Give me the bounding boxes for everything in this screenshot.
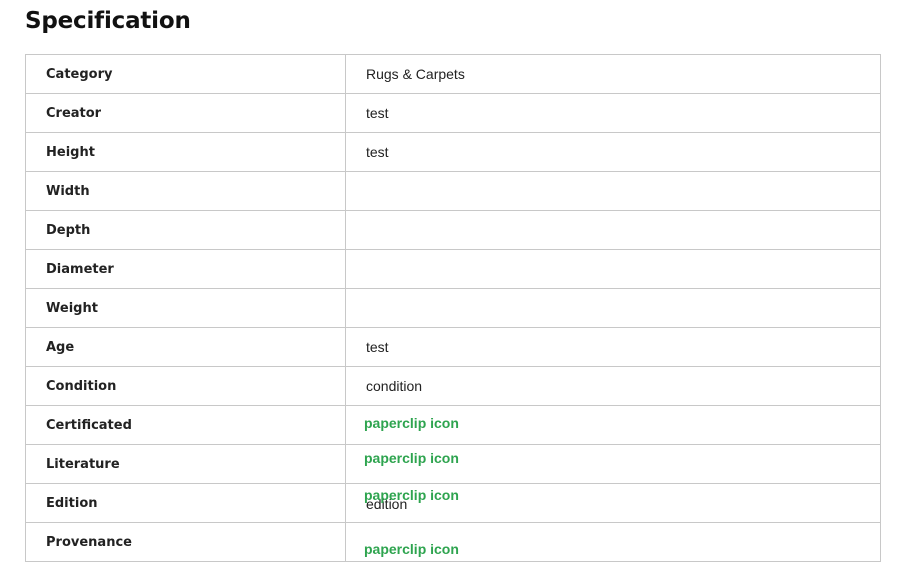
table-row: Literature paperclip icon	[25, 444, 881, 484]
row-value: paperclip icon	[345, 444, 881, 484]
row-label: Height	[25, 132, 346, 172]
row-label: Age	[25, 327, 346, 367]
row-value	[345, 288, 881, 328]
table-row: Height test	[25, 132, 881, 172]
table-row: Depth	[25, 210, 881, 250]
paperclip-attachment-link[interactable]: paperclip icon	[364, 450, 459, 466]
row-value	[345, 249, 881, 289]
row-value: condition	[345, 366, 881, 406]
row-label: Edition	[25, 483, 346, 523]
row-label: Weight	[25, 288, 346, 328]
row-label: Certificated	[25, 405, 346, 445]
row-value: paperclip icon	[345, 522, 881, 562]
table-row: Provenance paperclip icon	[25, 522, 881, 562]
row-value: test	[345, 327, 881, 367]
row-value	[345, 171, 881, 211]
row-label: Width	[25, 171, 346, 211]
row-value	[345, 210, 881, 250]
row-value: paperclip icon	[345, 405, 881, 445]
paperclip-attachment-link[interactable]: paperclip icon	[364, 487, 459, 503]
row-label: Depth	[25, 210, 346, 250]
row-label: Provenance	[25, 522, 346, 562]
table-row: Category Rugs & Carpets	[25, 54, 881, 94]
row-label: Diameter	[25, 249, 346, 289]
table-row: Creator test	[25, 93, 881, 133]
table-row: Weight	[25, 288, 881, 328]
specification-table: Category Rugs & Carpets Creator test Hei…	[25, 54, 881, 562]
row-value: edition paperclip icon	[345, 483, 881, 523]
page-title: Specification	[25, 8, 191, 34]
table-row: Diameter	[25, 249, 881, 289]
table-row: Certificated paperclip icon	[25, 405, 881, 445]
table-row: Edition edition paperclip icon	[25, 483, 881, 523]
row-value: test	[345, 93, 881, 133]
row-label: Literature	[25, 444, 346, 484]
table-row: Width	[25, 171, 881, 211]
row-label: Creator	[25, 93, 346, 133]
row-label: Category	[25, 54, 346, 94]
paperclip-attachment-link[interactable]: paperclip icon	[364, 415, 459, 431]
row-value: Rugs & Carpets	[345, 54, 881, 94]
table-row: Age test	[25, 327, 881, 367]
row-value: test	[345, 132, 881, 172]
row-label: Condition	[25, 366, 346, 406]
table-row: Condition condition	[25, 366, 881, 406]
paperclip-attachment-link[interactable]: paperclip icon	[364, 541, 459, 557]
